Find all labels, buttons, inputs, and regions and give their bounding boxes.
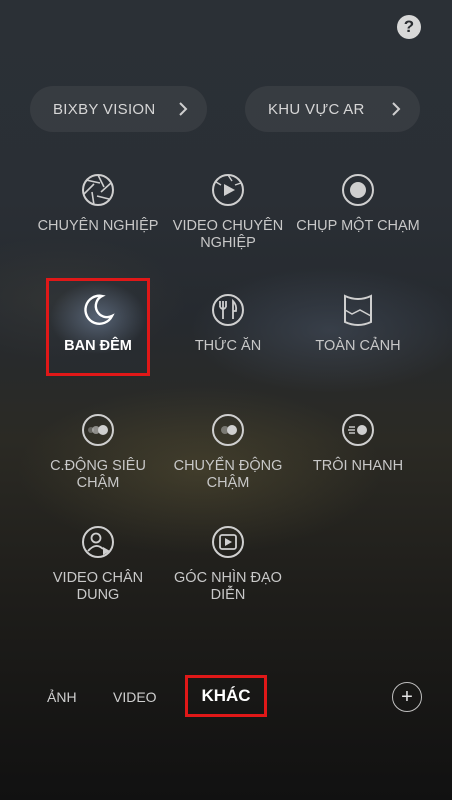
khu-vuc-ar-button[interactable]: KHU VỰC AR [245, 86, 420, 132]
single-take-icon [342, 174, 374, 206]
mode-label-line: THỨC ĂN [194, 338, 262, 354]
mode-label-line: DIỄN [210, 587, 246, 603]
fork-knife-icon [212, 294, 244, 326]
mode-video-chuyen-nghiep[interactable]: VIDEO CHUYÊN NGHIỆP [153, 172, 303, 252]
portrait-video-icon [82, 526, 114, 558]
panorama-icon [344, 294, 372, 326]
slow-motion-icon [212, 414, 244, 446]
help-icon[interactable]: ? [397, 15, 421, 39]
mode-label-line: NGHIỆP [200, 235, 256, 251]
tab-anh[interactable]: ẢNH [47, 689, 77, 705]
mode-label-line: CHUYỂN ĐỘNG [173, 458, 283, 474]
mode-label-line: VIDEO CHUYÊN [172, 218, 284, 234]
pro-video-icon [212, 174, 244, 206]
hyperlapse-icon [342, 414, 374, 446]
aperture-icon [82, 174, 114, 206]
tab-video[interactable]: VIDEO [113, 689, 157, 705]
mode-thuc-an[interactable]: THỨC ĂN [153, 292, 303, 355]
super-slow-motion-icon [82, 414, 114, 446]
mode-chuyen-dong-cham[interactable]: CHUYỂN ĐỘNG CHẬM [153, 412, 303, 492]
mode-label-line: CHỤP MỘT CHẠM [296, 218, 420, 234]
khac-highlight-box [185, 675, 267, 717]
mode-label-line: DUNG [76, 587, 120, 603]
ban-dem-highlight-box [46, 278, 150, 376]
mode-label-line: TOÀN CẢNH [315, 338, 401, 354]
mode-label-line: CHẬM [76, 475, 120, 491]
mode-c-dong-sieu-cham[interactable]: C.ĐỘNG SIÊU CHẬM [23, 412, 173, 492]
mode-video-chan-dung[interactable]: VIDEO CHÂN DUNG [23, 524, 173, 604]
mode-label-line: GÓC NHÌN ĐẠO [174, 570, 282, 586]
mode-label-line: TRÔI NHANH [312, 458, 404, 474]
mode-chuyen-nghiep[interactable]: CHUYÊN NGHIỆP [23, 172, 173, 235]
bixby-vision-button[interactable]: BIXBY VISION [30, 86, 207, 132]
directors-view-icon [212, 526, 244, 558]
mode-troi-nhanh[interactable]: TRÔI NHANH [283, 412, 433, 475]
khu-vuc-ar-label: KHU VỰC AR [268, 100, 365, 118]
mode-label-line: C.ĐỘNG SIÊU [50, 458, 146, 474]
mode-chup-mot-cham[interactable]: CHỤP MỘT CHẠM [283, 172, 433, 235]
mode-label-line: CHUYÊN NGHIỆP [37, 218, 159, 234]
bixby-vision-label: BIXBY VISION [53, 100, 156, 118]
add-mode-button[interactable]: + [392, 682, 422, 712]
mode-label-line: VIDEO CHÂN [52, 570, 144, 586]
chevron-right-icon [179, 102, 188, 116]
mode-label-line: CHẬM [206, 475, 250, 491]
mode-goc-nhin-dao-dien[interactable]: GÓC NHÌN ĐẠO DIỄN [153, 524, 303, 604]
mode-toan-canh[interactable]: TOÀN CẢNH [283, 292, 433, 355]
chevron-right-icon [392, 102, 401, 116]
